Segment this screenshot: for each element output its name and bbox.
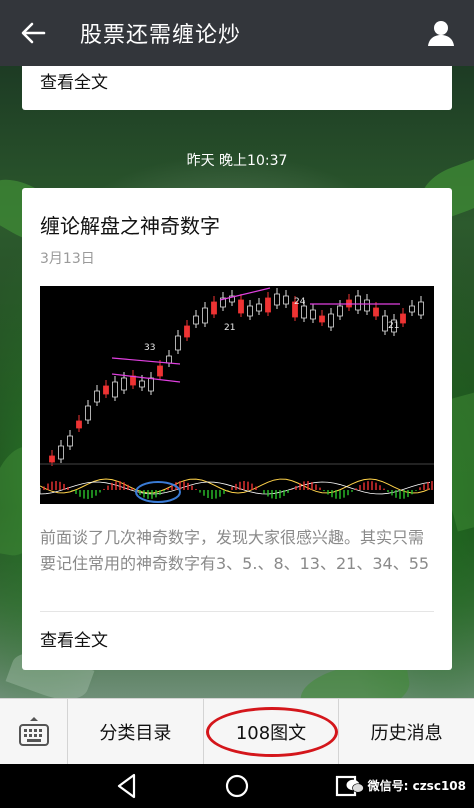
message-timestamp: 昨天 晚上10:37 bbox=[186, 153, 288, 169]
divider bbox=[40, 611, 434, 612]
wechat-id-watermark: 微信号: czsc108 bbox=[346, 777, 466, 794]
article-summary: 前面谈了几次神奇数字，发现大家很感兴趣。其实只需要记住常用的神奇数字有3、5.、… bbox=[40, 528, 430, 573]
person-icon bbox=[428, 21, 454, 46]
chart-label: 33 bbox=[144, 343, 155, 353]
menu-item-history[interactable]: 历史消息 bbox=[339, 699, 474, 764]
watermark-text: 微信号: czsc108 bbox=[367, 779, 466, 793]
chart-label: 21 bbox=[224, 323, 235, 333]
keyboard-toggle-button[interactable] bbox=[0, 699, 68, 765]
article-date: 3月13日 bbox=[40, 251, 95, 267]
system-navigation-bar: 微信号: czsc108 bbox=[0, 764, 474, 808]
back-triangle-icon[interactable] bbox=[112, 770, 144, 802]
menu-item-108-articles[interactable]: 108图文 bbox=[204, 699, 340, 764]
read-more-link[interactable]: 查看全文 bbox=[40, 68, 108, 93]
keyboard-icon bbox=[18, 717, 49, 746]
previous-article-card[interactable]: 查看全文 bbox=[22, 60, 452, 110]
article-card[interactable]: 缠论解盘之神奇数字 3月13日 33 21 24 21 前面谈了几次神奇数字，发现大家… bbox=[22, 188, 452, 670]
article-cover-image[interactable]: 33 21 24 21 bbox=[39, 286, 434, 504]
article-title[interactable]: 缠论解盘之神奇数字 bbox=[40, 210, 220, 239]
app-header: 股票还需缠论炒 bbox=[0, 0, 474, 66]
wechat-icon bbox=[346, 779, 364, 793]
menu-item-category[interactable]: 分类目录 bbox=[68, 699, 204, 764]
page-title: 股票还需缠论炒 bbox=[80, 23, 242, 48]
chart-label: 21 bbox=[388, 321, 399, 331]
chart-label: 24 bbox=[294, 297, 306, 307]
menu-item-label: 分类目录 bbox=[99, 722, 172, 744]
menu-item-label: 历史消息 bbox=[370, 722, 443, 744]
home-circle-icon[interactable] bbox=[221, 770, 253, 802]
read-more-link[interactable]: 查看全文 bbox=[40, 626, 108, 651]
stock-chart-image: 33 21 24 21 bbox=[39, 287, 434, 503]
official-account-menu: 分类目录 108图文 历史消息 bbox=[0, 698, 474, 765]
highlight-circle bbox=[205, 707, 338, 757]
arrow-left-icon bbox=[21, 22, 46, 44]
back-button[interactable] bbox=[0, 0, 66, 66]
profile-button[interactable] bbox=[408, 0, 474, 66]
